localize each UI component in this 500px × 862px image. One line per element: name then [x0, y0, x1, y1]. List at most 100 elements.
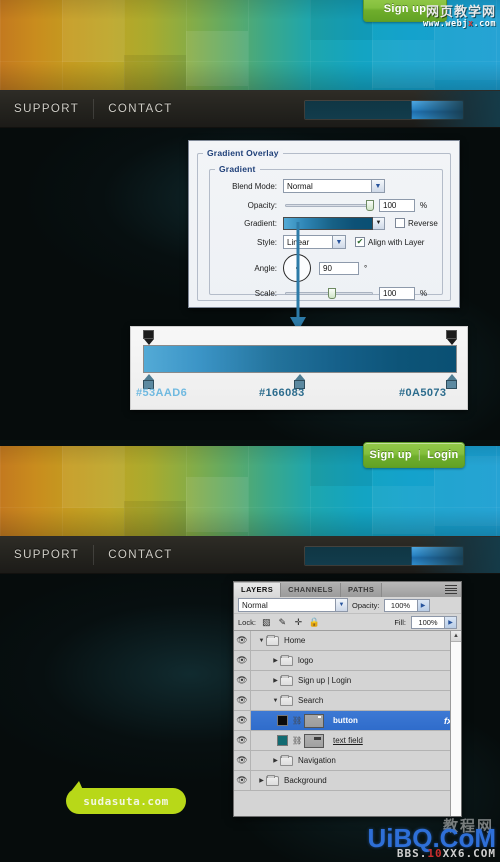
opacity-slider[interactable]	[285, 199, 374, 211]
layer-row-home[interactable]: 👁 ▼ Home	[234, 631, 461, 651]
disclosure-triangle-icon[interactable]: ▶	[271, 757, 280, 764]
eye-icon: 👁	[236, 695, 248, 705]
scroll-up-icon[interactable]: ▲	[451, 631, 461, 642]
layer-name: Home	[284, 636, 306, 645]
watermark-bottom: UiBQ.CoM BBS.10XX6.COM	[367, 825, 496, 860]
angle-row: Angle: 90 °	[219, 253, 449, 283]
eye-icon: 👁	[236, 775, 248, 785]
angle-input[interactable]: 90	[319, 261, 359, 275]
align-with-layer-checkbox[interactable]: ✔	[355, 237, 365, 247]
angle-value: 90	[323, 263, 332, 273]
opacity-input[interactable]: 100	[379, 198, 415, 212]
panel-opacity-value: 100%	[390, 600, 411, 610]
opacity-label: Opacity:	[247, 200, 277, 210]
link-icon[interactable]: ⛓	[292, 716, 302, 725]
tab-channels[interactable]: CHANNELS	[281, 583, 342, 597]
nav-item-contact-top[interactable]: CONTACT	[94, 91, 187, 127]
signup-login-button-bottom[interactable]: Sign up | Login	[363, 442, 465, 468]
layer-mask-thumbnail[interactable]	[304, 713, 324, 728]
layer-visibility-toggle[interactable]: 👁	[234, 751, 251, 770]
layer-visibility-toggle[interactable]: 👁	[234, 671, 251, 690]
opacity-stepper-icon[interactable]: ▶	[417, 598, 430, 612]
photoshop-layers-panel: LAYERS CHANNELS PATHS Normal ▼ Opacity: …	[233, 581, 462, 817]
layer-mask-thumbnail[interactable]	[304, 733, 324, 748]
tab-paths[interactable]: PATHS	[341, 583, 383, 597]
brush-lock-icon[interactable]: ✎	[277, 617, 288, 628]
all-lock-icon[interactable]: 🔒	[309, 617, 320, 628]
gradient-opacity-stop-right[interactable]	[446, 330, 457, 345]
watermark-sudasuta: sudasuta.com	[66, 781, 186, 814]
gradient-color-stop-2[interactable]	[446, 374, 457, 389]
move-lock-icon[interactable]: ✛	[293, 617, 304, 628]
opacity-unit: %	[420, 200, 428, 210]
folder-icon	[280, 754, 293, 766]
layer-row-search[interactable]: 👁 ▼ Search	[234, 691, 461, 711]
layer-row-signup-login[interactable]: 👁 ▶ Sign up | Login	[234, 671, 461, 691]
watermark-url-prefix: www.webj	[422, 18, 468, 29]
layer-row-background[interactable]: 👁 ▶ Background	[234, 771, 461, 791]
scale-input[interactable]: 100	[379, 286, 415, 300]
layer-visibility-toggle[interactable]: 👁	[234, 731, 251, 750]
bbs-prefix: BBS.	[396, 847, 428, 860]
layer-row-navigation[interactable]: 👁 ▶ Navigation	[234, 751, 461, 771]
opacity-slider-knob[interactable]	[366, 199, 374, 211]
blend-mode-select[interactable]: Normal ▼	[283, 179, 385, 193]
chevron-down-icon[interactable]: ▼	[371, 180, 384, 192]
search-input-bottom[interactable]	[305, 547, 411, 565]
stop-tip	[143, 339, 154, 345]
layer-visibility-toggle[interactable]: 👁	[234, 711, 251, 730]
panel-tab-strip: LAYERS CHANNELS PATHS	[234, 582, 461, 597]
disclosure-triangle-icon[interactable]: ▶	[271, 657, 280, 664]
gradient-opacity-stop-left[interactable]	[143, 330, 154, 345]
chevron-down-icon[interactable]: ▼	[335, 599, 347, 611]
layer-row-button[interactable]: 👁 ⛓ button fx ▾	[234, 711, 461, 731]
tab-label: LAYERS	[241, 585, 274, 594]
login-label: Login	[427, 449, 459, 461]
disclosure-triangle-icon[interactable]: ▶	[257, 777, 266, 784]
layer-thumbnail[interactable]	[277, 715, 288, 726]
gradient-overlay-dialog: Gradient Overlay Gradient Blend Mode: No…	[188, 140, 460, 308]
layer-visibility-toggle[interactable]: 👁	[234, 651, 251, 670]
fill-stepper-icon[interactable]: ▶	[445, 615, 457, 629]
layer-row-logo[interactable]: 👁 ▶ logo	[234, 651, 461, 671]
layers-scrollbar[interactable]: ▲	[450, 631, 461, 816]
layer-blend-mode-select[interactable]: Normal ▼	[238, 598, 348, 612]
scale-slider-knob[interactable]	[328, 287, 336, 299]
style-label: Style:	[256, 237, 277, 247]
pointer-arrow-down	[289, 222, 307, 331]
search-box-bottom[interactable]	[304, 546, 464, 566]
disclosure-triangle-icon[interactable]: ▶	[271, 677, 280, 684]
chevron-down-icon[interactable]: ▼	[332, 236, 345, 248]
panel-fill-input[interactable]: 100%	[411, 615, 445, 629]
panel-opacity-input[interactable]: 100%	[383, 598, 418, 612]
gradient-preset-dropdown-icon[interactable]: ▼	[373, 216, 385, 230]
layer-visibility-toggle[interactable]: 👁	[234, 771, 251, 790]
tab-layers[interactable]: LAYERS	[234, 583, 282, 597]
nav-item-support-top[interactable]: SUPPORT	[0, 91, 93, 127]
gradient-preview-bar[interactable]	[143, 345, 457, 373]
layer-visibility-toggle[interactable]: 👁	[234, 631, 251, 650]
reverse-checkbox[interactable]	[395, 218, 405, 228]
panel-fill-label: Fill:	[394, 617, 406, 627]
disclosure-triangle-icon[interactable]: ▼	[257, 638, 266, 644]
gradient-row: Gradient: ▼ Reverse	[219, 216, 449, 230]
search-submit-button-top[interactable]	[411, 101, 463, 119]
gradient-stop-hex-1: #166083	[259, 387, 305, 399]
layer-row-text-field[interactable]: 👁 ⛓ text field	[234, 731, 461, 751]
disclosure-triangle-icon[interactable]: ▼	[271, 698, 280, 704]
search-input-top[interactable]	[305, 101, 411, 119]
search-submit-button-bottom[interactable]	[411, 547, 463, 565]
navigation-bar-top: SUPPORT CONTACT	[0, 90, 500, 128]
transparency-lock-icon[interactable]: ▧	[261, 617, 272, 628]
layer-thumbnail[interactable]	[277, 735, 288, 746]
nav-item-support-bottom[interactable]: SUPPORT	[0, 537, 93, 573]
screenshot-root: Sign up 网页教学网 www.webjx.com SUPPORT CONT…	[0, 0, 500, 862]
gradient-label: Gradient:	[244, 218, 277, 228]
nav-item-contact-bottom[interactable]: CONTACT	[94, 537, 187, 573]
eye-icon: 👁	[236, 675, 248, 685]
search-box-top[interactable]	[304, 100, 464, 120]
layer-visibility-toggle[interactable]: 👁	[234, 691, 251, 710]
panel-menu-icon[interactable]	[445, 585, 457, 594]
panel-opacity-label: Opacity:	[352, 600, 380, 610]
link-icon[interactable]: ⛓	[292, 736, 302, 745]
